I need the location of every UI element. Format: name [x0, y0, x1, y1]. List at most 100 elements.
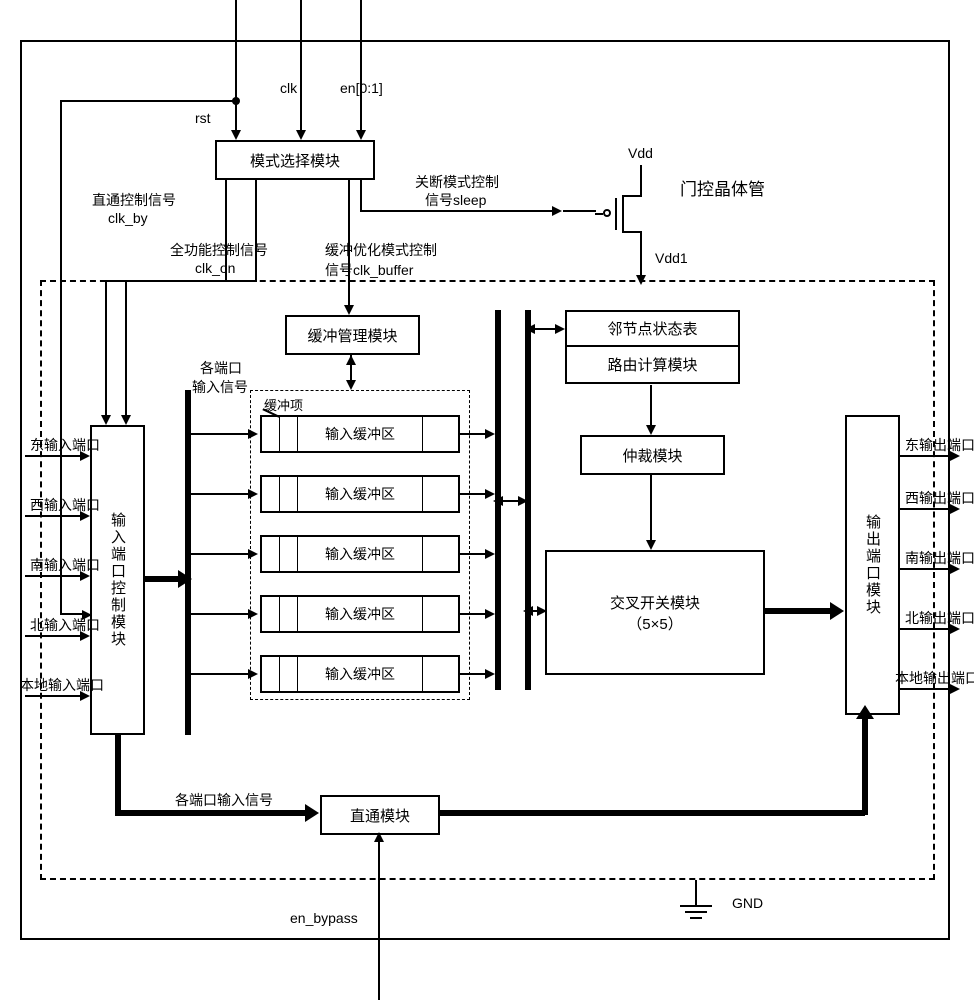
- east-out-line: [900, 455, 955, 457]
- inputctrl-direct: [115, 810, 310, 816]
- mode-select-label: 模式选择模块: [250, 150, 340, 171]
- vdd-label: Vdd: [628, 145, 653, 161]
- mode-select-module: 模式选择模块: [215, 140, 375, 180]
- bus-buf1: [191, 433, 251, 435]
- vdd1-line: [640, 240, 642, 280]
- south-in-arrow: [80, 571, 90, 581]
- direct-out-h: [440, 810, 865, 816]
- bus-xbar-l: [523, 606, 533, 616]
- buf1-bus-a: [485, 429, 495, 439]
- west-in-arrow: [80, 511, 90, 521]
- bus-buf2: [191, 493, 251, 495]
- rst-arrow-down: [231, 130, 241, 140]
- gnd-bar2: [685, 911, 707, 913]
- input-buffer-4: 输入缓冲区: [260, 595, 460, 633]
- rst-left-line: [60, 100, 62, 615]
- route-arb-arrow: [646, 425, 656, 435]
- bus-buf3: [191, 553, 251, 555]
- sleep-v: [360, 180, 362, 210]
- south-output-label: 南输出端口: [905, 548, 974, 568]
- direct-ctrl-label: 直通控制信号: [92, 190, 176, 210]
- crossbar-label: 交叉开关模块: [610, 592, 700, 613]
- south-in-line: [25, 575, 85, 577]
- input-buffer-5: 输入缓冲区: [260, 655, 460, 693]
- bus-xbar-r: [537, 606, 547, 616]
- buffer-mgmt-label: 缓冲管理模块: [307, 325, 397, 346]
- direct-out-arrow: [856, 705, 874, 719]
- buf1-label: 输入缓冲区: [298, 424, 422, 444]
- south-out-line: [900, 568, 955, 570]
- buf4-bus-a: [485, 609, 495, 619]
- shutdown-ctrl-label: 关断模式控制: [415, 172, 499, 192]
- direct-module: 直通模块: [320, 795, 440, 835]
- vdd1-arrow: [636, 275, 646, 285]
- east-output-label: 东输出端口: [905, 435, 974, 455]
- clkbuf-arrow: [344, 305, 354, 315]
- xbar-out-arrow: [830, 602, 844, 620]
- clk-line: [300, 0, 302, 135]
- clkby-label: clk_by: [108, 210, 148, 226]
- crossbar-size-label: （5×5）: [627, 613, 682, 634]
- input-port-ctrl-label: 输入端口控制模块: [107, 512, 128, 648]
- local-output-label: 本地输出端口: [895, 668, 974, 688]
- vdd1-label: Vdd1: [655, 250, 688, 266]
- west-output-label: 西输出端口: [905, 488, 974, 508]
- en-label: en[0:1]: [340, 80, 383, 96]
- buf3-bus-a: [485, 549, 495, 559]
- west-out-arrow: [950, 504, 960, 514]
- neighbor-table: 邻节点状态表: [565, 310, 740, 347]
- sleep-label: 信号sleep: [425, 190, 486, 210]
- enbypass-label: en_bypass: [290, 910, 358, 926]
- gnd-line: [695, 880, 697, 905]
- buffer-mgmt-module: 缓冲管理模块: [285, 315, 420, 355]
- local-out-line: [900, 688, 955, 690]
- local-input-label: 本地输入端口: [20, 675, 104, 695]
- inputctrl-bus-arrow: [178, 570, 192, 588]
- buf3-label: 输入缓冲区: [298, 544, 422, 564]
- buf2-label: 输入缓冲区: [298, 484, 422, 504]
- bus-buf5: [191, 673, 251, 675]
- bus-neighbor-r: [555, 324, 565, 334]
- pmos-transistor: [595, 195, 655, 235]
- gnd-label: GND: [732, 895, 763, 911]
- bus-neighbor-l: [525, 324, 535, 334]
- clkbuffer-label: 信号clk_buffer: [325, 260, 413, 280]
- clkon-h: [125, 280, 257, 282]
- direct-out-v: [862, 715, 868, 815]
- clkon-v: [255, 180, 257, 280]
- bus-buf4-a: [248, 609, 258, 619]
- bus-buf3-a: [248, 549, 258, 559]
- rst-label: rst: [195, 110, 211, 126]
- arb-xbar-line: [650, 475, 652, 545]
- north-out-arrow: [950, 624, 960, 634]
- south-out-arrow: [950, 564, 960, 574]
- north-out-line: [900, 628, 955, 630]
- route-calc-module: 路由计算模块: [565, 347, 740, 384]
- buf5-label: 输入缓冲区: [298, 664, 422, 684]
- full-ctrl-label: 全功能控制信号: [170, 240, 268, 260]
- buf5-bus-a: [485, 669, 495, 679]
- crossbar-module: 交叉开关模块 （5×5）: [545, 550, 765, 675]
- midbars-r: [518, 496, 528, 506]
- west-in-line: [25, 515, 85, 517]
- bus-buf1-a: [248, 429, 258, 439]
- sleep-arrow: [552, 206, 562, 216]
- clkon-label: clk_on: [195, 260, 235, 276]
- east-out-arrow: [950, 451, 960, 461]
- gnd-bar1: [680, 905, 712, 907]
- west-out-line: [900, 508, 955, 510]
- input-buffer-2: 输入缓冲区: [260, 475, 460, 513]
- east-in-arrow: [80, 451, 90, 461]
- gnd-bar3: [690, 917, 702, 919]
- input-buffer-3: 输入缓冲区: [260, 535, 460, 573]
- arbitration-label: 仲裁模块: [622, 445, 682, 466]
- east-in-line: [25, 455, 85, 457]
- north-in-line: [25, 635, 85, 637]
- clkon-arrow: [121, 415, 131, 425]
- sleep-h: [360, 210, 555, 212]
- route-arb-line: [650, 385, 652, 430]
- north-output-label: 北输出端口: [905, 608, 974, 628]
- local-out-arrow: [950, 684, 960, 694]
- clkby-arrow: [101, 415, 111, 425]
- rst-branch: [60, 100, 237, 102]
